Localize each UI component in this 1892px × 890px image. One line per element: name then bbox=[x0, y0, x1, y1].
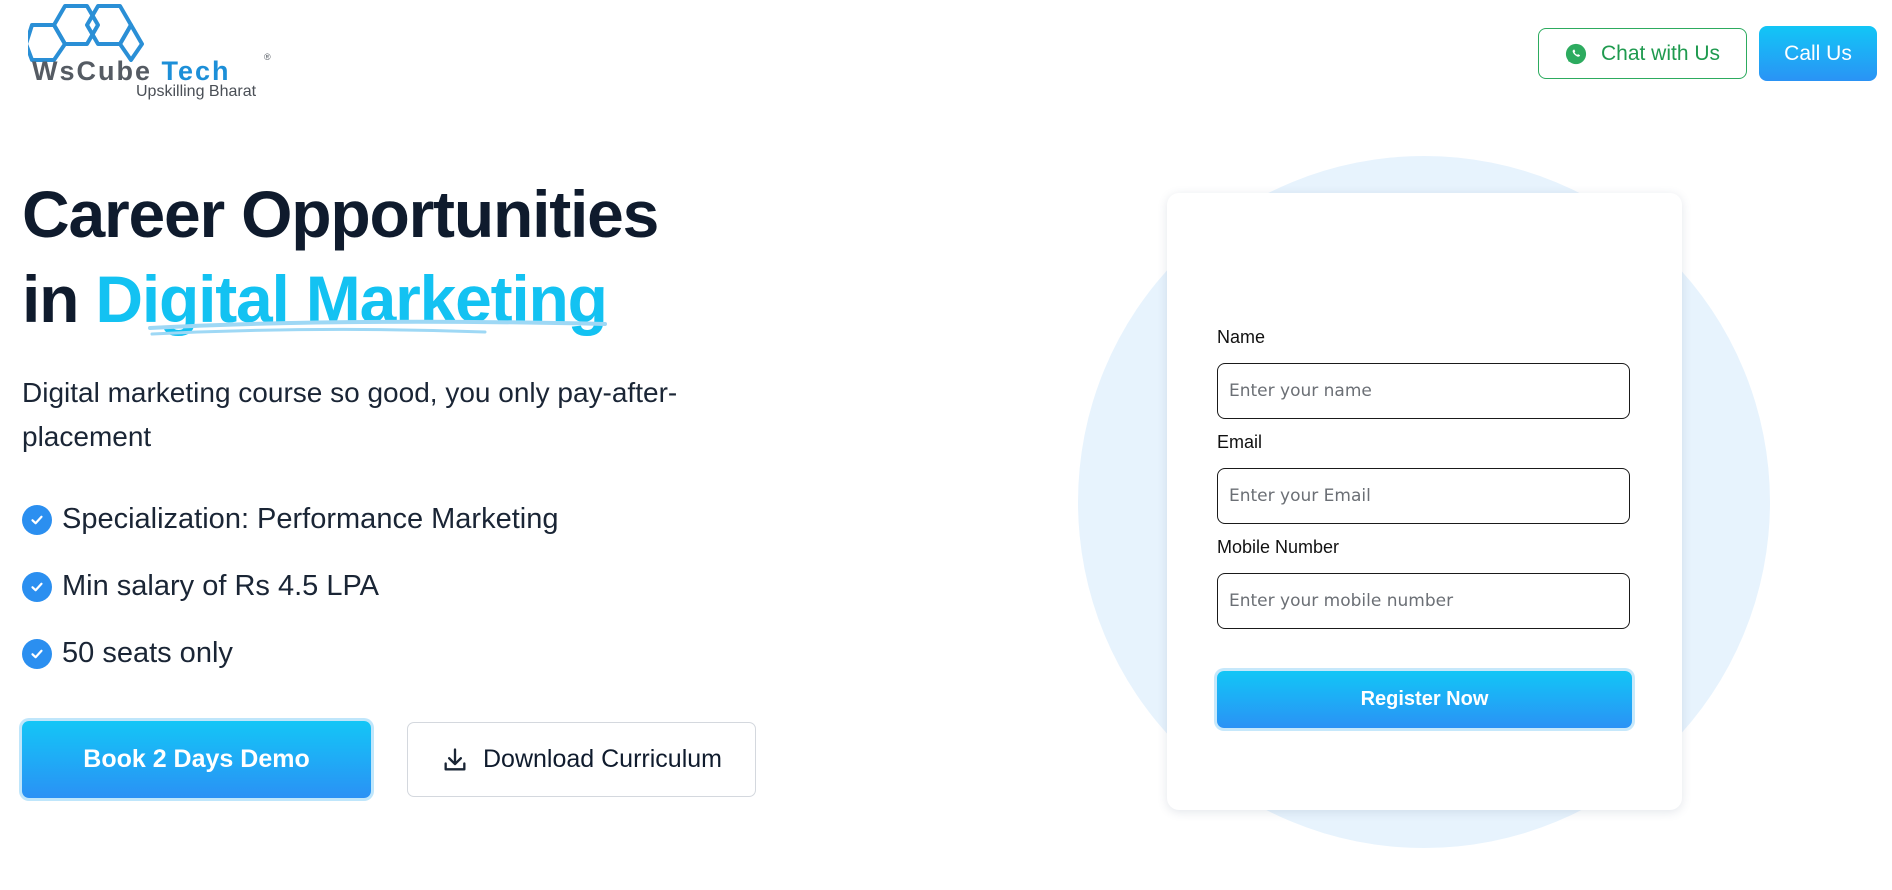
mobile-label: Mobile Number bbox=[1217, 537, 1340, 557]
book-demo-button[interactable]: Book 2 Days Demo bbox=[22, 721, 371, 798]
feature-item: Min salary of Rs 4.5 LPA bbox=[22, 553, 558, 620]
check-circle-icon bbox=[22, 571, 52, 602]
feature-text: Min salary of Rs 4.5 LPA bbox=[62, 570, 379, 602]
hero-title-line1: Career Opportunities bbox=[22, 177, 659, 251]
register-now-label: Register Now bbox=[1360, 688, 1489, 710]
hero-subtitle: Digital marketing course so good, you on… bbox=[22, 377, 678, 452]
logo-brand-right: Tech bbox=[161, 56, 231, 86]
book-demo-label: Book 2 Days Demo bbox=[83, 745, 310, 773]
logo-tagline: Upskilling Bharat bbox=[136, 83, 257, 100]
logo-registered-mark: ® bbox=[264, 52, 271, 62]
whatsapp-icon bbox=[1565, 43, 1587, 64]
feature-text: 50 seats only bbox=[62, 637, 233, 669]
feature-item: 50 seats only bbox=[22, 620, 558, 687]
logo-brand-left: WsCube bbox=[32, 56, 152, 86]
download-curriculum-label: Download Curriculum bbox=[483, 745, 722, 773]
title-underline-decoration bbox=[148, 319, 607, 336]
feature-item: Specialization: Performance Marketing bbox=[22, 486, 558, 553]
email-input[interactable] bbox=[1217, 468, 1630, 524]
name-label: Name bbox=[1217, 327, 1266, 347]
feature-list: Specialization: Performance Marketing Mi… bbox=[22, 486, 558, 687]
download-icon bbox=[444, 747, 466, 770]
registration-form: Name Email Mobile Number Register Now bbox=[1167, 193, 1682, 810]
name-input[interactable] bbox=[1217, 363, 1630, 419]
call-us-button[interactable]: Call Us bbox=[1759, 26, 1877, 81]
chat-with-us-label: Chat with Us bbox=[1600, 41, 1721, 65]
register-now-button[interactable]: Register Now bbox=[1217, 671, 1632, 728]
logo[interactable]: WsCube Tech ® Upskilling Bharat bbox=[28, 2, 278, 102]
feature-text: Specialization: Performance Marketing bbox=[62, 503, 559, 535]
mobile-input[interactable] bbox=[1217, 573, 1630, 629]
email-label: Email bbox=[1217, 432, 1263, 452]
logo-hexagon-icon bbox=[28, 4, 144, 62]
call-us-label: Call Us bbox=[1784, 41, 1852, 65]
check-circle-icon bbox=[22, 504, 52, 535]
check-circle-icon bbox=[22, 638, 52, 669]
chat-with-us-button[interactable]: Chat with Us bbox=[1538, 28, 1747, 79]
download-curriculum-button[interactable]: Download Curriculum bbox=[407, 722, 756, 797]
hero-title-line2-prefix: in bbox=[22, 262, 96, 336]
